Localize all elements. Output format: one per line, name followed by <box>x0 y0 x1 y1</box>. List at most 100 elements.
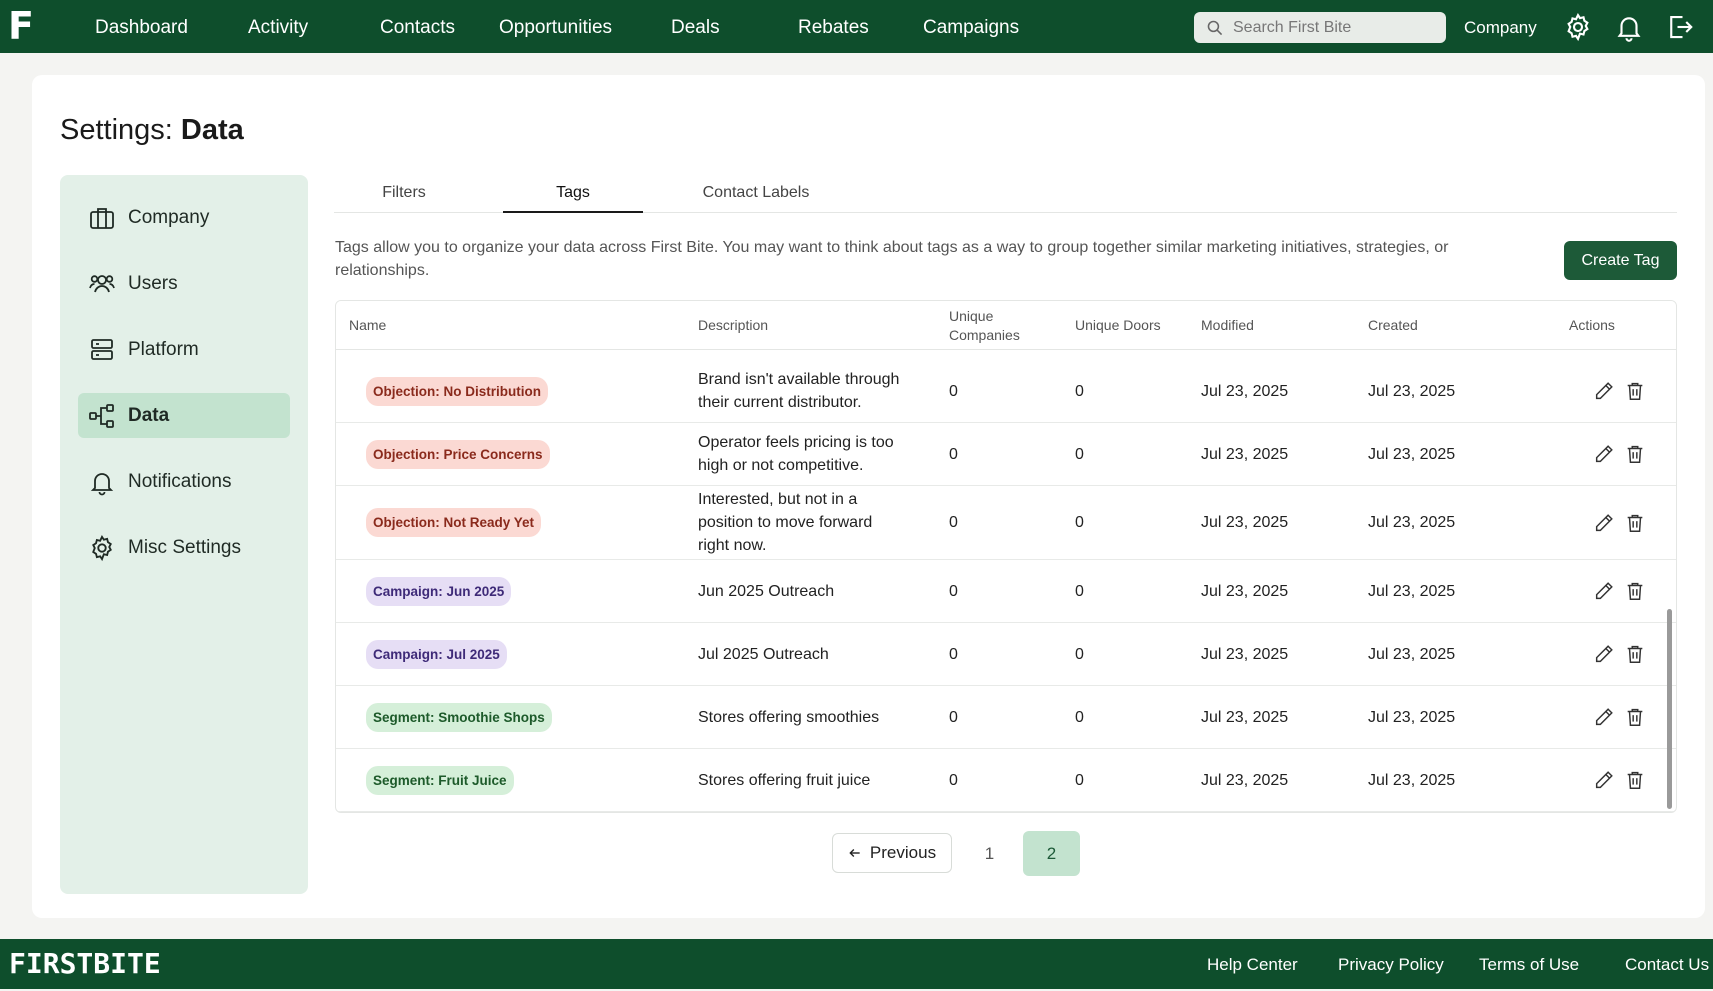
cell-description: Jun 2025 Outreach <box>698 560 834 622</box>
nav-activity[interactable]: Activity <box>248 0 308 53</box>
table-row: Objection: Price Concerns Operator feels … <box>336 423 1676 486</box>
trash-icon[interactable] <box>1624 580 1646 602</box>
footer: FIRSTBITE Help Center Privacy Policy Ter… <box>0 939 1713 989</box>
header-modified[interactable]: Modified <box>1201 301 1254 350</box>
settings-tabs: Filters Tags Contact Labels <box>334 175 1677 213</box>
tab-tags[interactable]: Tags <box>503 175 643 213</box>
footer-terms-of-use[interactable]: Terms of Use <box>1479 939 1579 991</box>
cell-created: Jul 23, 2025 <box>1368 708 1456 726</box>
description-line: Interested, but not in a <box>698 491 858 508</box>
page-1-button[interactable]: 1 <box>961 831 1018 876</box>
bell-icon[interactable] <box>1614 12 1644 42</box>
previous-page-button[interactable]: Previous <box>832 833 952 873</box>
page-2-button[interactable]: 2 <box>1023 831 1080 876</box>
first-bite-logo[interactable]: F <box>8 6 34 46</box>
footer-privacy-policy[interactable]: Privacy Policy <box>1338 939 1444 991</box>
header-created[interactable]: Created <box>1368 301 1418 350</box>
previous-label: Previous <box>869 843 937 862</box>
sidebar-item-users[interactable]: Users <box>78 261 290 306</box>
create-tag-button[interactable]: Create Tag <box>1564 241 1677 280</box>
cell-created: Jul 23, 2025 <box>1368 771 1456 789</box>
edit-icon[interactable] <box>1593 380 1615 402</box>
cell-description: Operator feels pricing is too high or not… <box>698 423 894 485</box>
header-unique-companies[interactable]: Unique Companies <box>949 301 1020 350</box>
cell-description: Stores offering smoothies <box>698 686 879 748</box>
sidebar-item-misc-settings[interactable]: Misc Settings <box>78 525 290 570</box>
edit-icon[interactable] <box>1593 512 1615 534</box>
header-unique-companies-line1: Unique <box>949 307 994 324</box>
cell-unique-doors: 0 <box>1075 708 1084 726</box>
cell-modified: Jul 23, 2025 <box>1201 514 1289 531</box>
table-row: Campaign: Jul 2025 Jul 2025 Outreach 0 0 Jul… <box>336 623 1676 686</box>
tag-badge: Objection: Price Concerns <box>366 439 550 469</box>
edit-icon[interactable] <box>1593 580 1615 602</box>
header-description[interactable]: Description <box>698 301 768 350</box>
header-unique-doors[interactable]: Unique Doors <box>1075 301 1161 350</box>
table-row: Segment: Fruit Juice Stores offering frui… <box>336 749 1676 812</box>
logout-icon[interactable] <box>1665 12 1695 42</box>
company-switcher[interactable]: Company <box>1464 0 1537 55</box>
description-line: their current distributor. <box>698 394 862 411</box>
tag-badge: Segment: Fruit Juice <box>366 765 514 795</box>
cell-name: Objection: No Distribution <box>366 360 548 422</box>
tab-filters[interactable]: Filters <box>334 175 474 213</box>
cell-modified: Jul 23, 2025 <box>1201 771 1289 789</box>
tab-contact-labels[interactable]: Contact Labels <box>672 175 840 213</box>
trash-icon[interactable] <box>1624 643 1646 665</box>
trash-icon[interactable] <box>1624 706 1646 728</box>
cell-unique-companies: 0 <box>949 445 958 463</box>
header-unique-companies-line2: Companies <box>949 326 1020 343</box>
sidebar-item-data[interactable]: Data <box>78 393 290 438</box>
nav-rebates[interactable]: Rebates <box>798 0 869 53</box>
cell-unique-doors: 0 <box>1075 382 1084 400</box>
cell-unique-companies: 0 <box>949 514 958 531</box>
server-icon <box>91 338 113 360</box>
edit-icon[interactable] <box>1593 706 1615 728</box>
cell-unique-doors: 0 <box>1075 771 1084 789</box>
gear-icon[interactable] <box>1563 12 1593 42</box>
sidebar-item-platform[interactable]: Platform <box>78 327 290 372</box>
table-row: Objection: Not Ready Yet Interested, but … <box>336 486 1676 560</box>
page-title-prefix: Settings: <box>60 114 173 146</box>
description-line: Brand isn't available through <box>698 371 900 388</box>
cell-modified: Jul 23, 2025 <box>1201 645 1289 663</box>
nav-opportunities[interactable]: Opportunities <box>499 0 612 53</box>
cell-unique-doors: 0 <box>1075 645 1084 663</box>
tag-badge: Segment: Smoothie Shops <box>366 702 552 732</box>
cell-name: Campaign: Jun 2025 <box>366 560 512 622</box>
footer-help-center[interactable]: Help Center <box>1207 939 1298 991</box>
nav-dashboard[interactable]: Dashboard <box>95 0 188 53</box>
trash-icon[interactable] <box>1624 443 1646 465</box>
footer-contact-us[interactable]: Contact Us <box>1625 939 1709 991</box>
edit-icon[interactable] <box>1593 769 1615 791</box>
cell-actions <box>1593 486 1655 559</box>
header-name[interactable]: Name <box>349 301 386 350</box>
cell-actions <box>1593 423 1655 485</box>
table-scrollbar[interactable] <box>1667 609 1672 809</box>
nav-contacts[interactable]: Contacts <box>380 0 455 53</box>
sidebar-item-label: Company <box>128 206 210 228</box>
cell-description: Stores offering fruit juice <box>698 749 870 811</box>
cell-actions <box>1593 686 1655 748</box>
edit-icon[interactable] <box>1593 643 1615 665</box>
trash-icon[interactable] <box>1624 380 1646 402</box>
cell-actions <box>1593 749 1655 811</box>
page-title: Settings: Data <box>60 114 244 147</box>
cell-created: Jul 23, 2025 <box>1368 514 1456 531</box>
trash-icon[interactable] <box>1624 512 1646 534</box>
tag-badge: Campaign: Jul 2025 <box>366 639 507 669</box>
tag-badge: Objection: Not Ready Yet <box>366 508 542 537</box>
top-navbar: F Dashboard Activity Contacts Opportunit… <box>0 0 1713 53</box>
nav-deals[interactable]: Deals <box>671 0 720 53</box>
cell-modified: Jul 23, 2025 <box>1201 445 1289 463</box>
edit-icon[interactable] <box>1593 443 1615 465</box>
cell-unique-companies: 0 <box>949 645 958 663</box>
description-line: Stores offering fruit juice <box>698 771 871 789</box>
nav-campaigns[interactable]: Campaigns <box>923 0 1019 53</box>
sidebar-item-company[interactable]: Company <box>78 195 290 240</box>
search-input[interactable] <box>1233 18 1433 37</box>
trash-icon[interactable] <box>1624 769 1646 791</box>
sidebar-item-notifications[interactable]: Notifications <box>78 459 290 504</box>
sidebar-item-label: Data <box>128 404 170 426</box>
table-header: Name Description Unique Companies Unique… <box>336 301 1676 350</box>
